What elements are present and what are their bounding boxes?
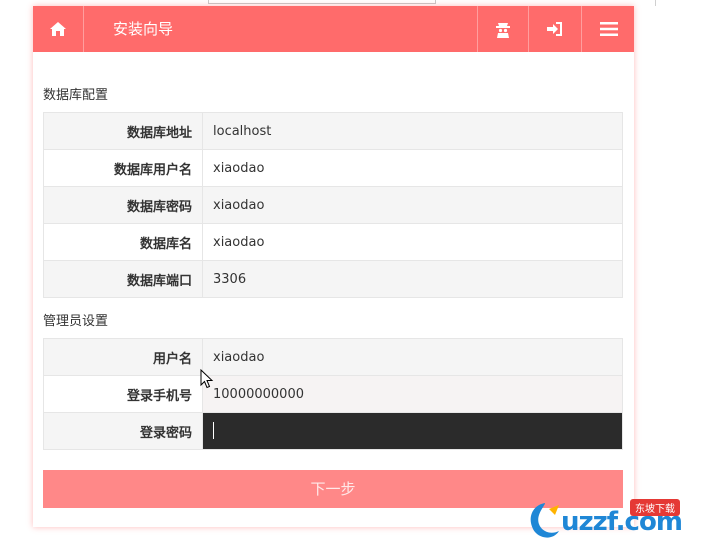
user-hacker-icon — [495, 20, 511, 38]
table-row: 用户名 xiaodao — [43, 338, 623, 376]
db-port-input[interactable]: 3306 — [202, 260, 623, 298]
site-watermark: uzzf.com 东坡下载 — [525, 497, 705, 547]
install-wizard-panel: 安装向导 数据库配置 数据库地址 localhost 数据库用户名 xiaoda… — [33, 6, 634, 527]
db-port-label: 数据库端口 — [43, 260, 203, 298]
admin-username-label: 用户名 — [43, 338, 203, 376]
db-name-input[interactable]: xiaodao — [202, 223, 623, 261]
background-window-edge — [208, 0, 436, 4]
table-row: 数据库端口 3306 — [43, 260, 623, 298]
background-window-edge-right — [655, 0, 706, 6]
table-row: 数据库用户名 xiaodao — [43, 149, 623, 187]
admin-username-input[interactable]: xiaodao — [202, 338, 623, 376]
header-bar: 安装向导 — [33, 6, 634, 52]
table-row: 数据库名 xiaodao — [43, 223, 623, 261]
admin-phone-label: 登录手机号 — [43, 375, 203, 413]
admin-section-title: 管理员设置 — [43, 314, 109, 329]
table-row: 登录手机号 10000000000 — [43, 375, 623, 413]
db-name-label: 数据库名 — [43, 223, 203, 261]
home-button[interactable] — [33, 6, 84, 52]
db-host-label: 数据库地址 — [43, 112, 203, 150]
admin-config-table: 用户名 xiaodao 登录手机号 10000000000 登录密码 — [43, 338, 623, 450]
database-config-table: 数据库地址 localhost 数据库用户名 xiaodao 数据库密码 xia… — [43, 112, 623, 298]
admin-password-label: 登录密码 — [43, 412, 203, 450]
home-icon — [49, 21, 67, 37]
db-user-label: 数据库用户名 — [43, 149, 203, 187]
user-button[interactable] — [477, 6, 529, 52]
db-password-label: 数据库密码 — [43, 186, 203, 224]
menu-button[interactable] — [583, 6, 634, 52]
text-caret — [213, 422, 214, 439]
page-title: 安装向导 — [113, 20, 174, 38]
admin-phone-input[interactable]: 10000000000 — [202, 375, 623, 413]
mouse-cursor-icon — [200, 368, 214, 393]
table-row: 数据库地址 localhost — [43, 112, 623, 150]
db-host-input[interactable]: localhost — [202, 112, 623, 150]
watermark-badge: 东坡下载 — [630, 499, 680, 516]
db-user-input[interactable]: xiaodao — [202, 149, 623, 187]
login-button[interactable] — [529, 6, 582, 52]
menu-icon — [599, 22, 618, 36]
table-row: 登录密码 — [43, 412, 623, 450]
watermark-logo-icon — [530, 503, 559, 538]
table-row: 数据库密码 xiaodao — [43, 186, 623, 224]
admin-password-input[interactable] — [202, 412, 623, 450]
sign-in-icon — [546, 21, 564, 37]
db-password-input[interactable]: xiaodao — [202, 186, 623, 224]
database-section-title: 数据库配置 — [43, 88, 109, 103]
